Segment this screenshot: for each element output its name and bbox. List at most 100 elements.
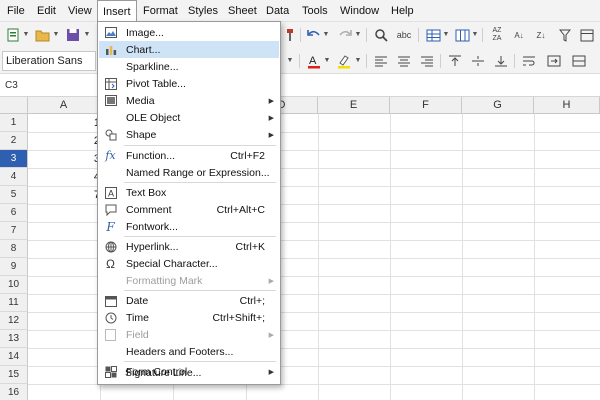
chevron-down-icon[interactable]: ▼ xyxy=(442,26,450,44)
chevron-down-icon[interactable]: ▼ xyxy=(354,52,362,70)
column-header-h[interactable]: H xyxy=(534,97,600,114)
align-bottom-icon[interactable] xyxy=(492,52,510,70)
undo-icon[interactable] xyxy=(305,26,323,44)
menu-item-text-box[interactable]: A Text Box xyxy=(99,184,279,201)
menu-view[interactable]: View xyxy=(63,0,97,22)
font-name-field[interactable]: Liberation Sans xyxy=(2,51,96,71)
open-folder-icon[interactable] xyxy=(33,26,51,44)
new-document-icon[interactable] xyxy=(4,26,22,44)
menu-item-label: Shape xyxy=(126,128,157,141)
menu-item-ole-object[interactable]: OLE Object ▶ xyxy=(99,109,279,126)
row-header[interactable]: 13 xyxy=(0,330,28,348)
menu-item-special-character[interactable]: Ω Special Character... xyxy=(99,255,279,272)
menu-item-named-range[interactable]: Named Range or Expression... xyxy=(99,164,279,181)
menu-item-time[interactable]: Time Ctrl+Shift+; xyxy=(99,309,279,326)
menu-item-formatting-mark: Formatting Mark ▶ xyxy=(99,272,279,289)
menu-item-signature-line-row[interactable]: Signature Line... xyxy=(98,364,278,381)
rows-icon[interactable] xyxy=(424,26,442,44)
menu-item-function[interactable]: fx Function... Ctrl+F2 xyxy=(99,147,279,164)
name-box[interactable]: C3 xyxy=(2,77,96,95)
row-header[interactable]: 5 xyxy=(0,186,28,204)
wrap-text-icon[interactable] xyxy=(520,52,538,70)
save-icon[interactable] xyxy=(64,26,82,44)
spelling-icon[interactable]: abc xyxy=(394,26,414,44)
row-header-selected[interactable]: 3 xyxy=(0,150,28,168)
chevron-down-icon[interactable]: ▼ xyxy=(83,26,91,44)
standard-toolbar: ▼ ▼ ▼ ▼ ▼ abc ▼ ▼ AZ ZA A↓ Z↓ xyxy=(0,22,600,48)
menu-styles[interactable]: Styles xyxy=(183,0,223,22)
merge-icon[interactable] xyxy=(545,52,563,70)
sort-descending-icon[interactable]: Z↓ xyxy=(532,26,550,44)
font-color-icon[interactable]: A xyxy=(305,52,323,70)
menu-tools[interactable]: Tools xyxy=(297,0,333,22)
row-header[interactable]: 2 xyxy=(0,132,28,150)
menu-sheet[interactable]: Sheet xyxy=(223,0,262,22)
menu-item-headers-footers[interactable]: Headers and Footers... xyxy=(99,343,279,360)
align-center-icon[interactable] xyxy=(395,52,413,70)
menu-item-date[interactable]: Date Ctrl+; xyxy=(99,292,279,309)
row-header[interactable]: 15 xyxy=(0,366,28,384)
chevron-down-icon[interactable]: ▼ xyxy=(286,52,294,70)
chevron-down-icon[interactable]: ▼ xyxy=(323,52,331,70)
chevron-down-icon[interactable]: ▼ xyxy=(471,26,479,44)
redo-icon[interactable] xyxy=(336,26,354,44)
time-icon xyxy=(104,311,117,324)
menu-item-pivot-table[interactable]: Pivot Table... xyxy=(99,75,279,92)
svg-text:A: A xyxy=(309,55,317,67)
autofilter-icon[interactable] xyxy=(578,26,596,44)
row-header[interactable]: 8 xyxy=(0,240,28,258)
row-header[interactable]: 16 xyxy=(0,384,28,400)
menu-item-image[interactable]: Image... xyxy=(99,24,279,41)
align-top-icon[interactable] xyxy=(446,52,464,70)
sort-icon[interactable]: AZ ZA xyxy=(488,26,506,44)
submenu-arrow-icon: ▶ xyxy=(268,114,274,122)
row-header[interactable]: 14 xyxy=(0,348,28,366)
chevron-down-icon[interactable]: ▼ xyxy=(354,26,362,44)
column-header-a[interactable]: A xyxy=(28,97,100,114)
menu-edit[interactable]: Edit xyxy=(32,0,61,22)
row-header[interactable]: 6 xyxy=(0,204,28,222)
menu-item-shape[interactable]: Shape ▶ xyxy=(99,126,279,143)
menu-item-hyperlink[interactable]: Hyperlink... Ctrl+K xyxy=(99,238,279,255)
column-header-e[interactable]: E xyxy=(318,97,390,114)
row-header[interactable]: 7 xyxy=(0,222,28,240)
align-middle-icon[interactable] xyxy=(469,52,487,70)
row-header[interactable]: 1 xyxy=(0,114,28,132)
spreadsheet-grid[interactable]: A D E F G H 1 2 3 4 5 6 7 8 9 10 11 12 1… xyxy=(0,97,600,400)
menu-insert[interactable]: Insert xyxy=(97,0,137,23)
special-character-icon: Ω xyxy=(106,256,115,271)
row-header[interactable]: 11 xyxy=(0,294,28,312)
menu-file[interactable]: File xyxy=(2,0,30,22)
chevron-down-icon[interactable]: ▼ xyxy=(52,26,60,44)
row-header[interactable]: 9 xyxy=(0,258,28,276)
clone-formatting-icon[interactable] xyxy=(281,26,299,44)
shape-icon xyxy=(104,128,117,141)
merge-icon[interactable] xyxy=(570,52,588,70)
chevron-down-icon[interactable]: ▼ xyxy=(22,26,30,44)
align-right-icon[interactable] xyxy=(418,52,436,70)
row-header[interactable]: 10 xyxy=(0,276,28,294)
menu-window[interactable]: Window xyxy=(335,0,384,22)
menu-help[interactable]: Help xyxy=(386,0,419,22)
menu-item-media[interactable]: Media ▶ xyxy=(99,92,279,109)
menu-format[interactable]: Format xyxy=(138,0,183,22)
chevron-down-icon[interactable]: ▼ xyxy=(322,26,330,44)
menu-data[interactable]: Data xyxy=(261,0,294,22)
row-header[interactable]: 12 xyxy=(0,312,28,330)
image-icon xyxy=(104,26,117,39)
row-header[interactable]: 4 xyxy=(0,168,28,186)
columns-icon[interactable] xyxy=(453,26,471,44)
column-header-g[interactable]: G xyxy=(462,97,534,114)
highlight-icon[interactable] xyxy=(335,52,353,70)
align-left-icon[interactable] xyxy=(372,52,390,70)
menu-item-label: Pivot Table... xyxy=(126,77,186,90)
menu-item-comment[interactable]: Comment Ctrl+Alt+C xyxy=(99,201,279,218)
find-replace-icon[interactable] xyxy=(372,26,390,44)
menu-item-sparkline[interactable]: Sparkline... xyxy=(99,58,279,75)
select-all-corner[interactable] xyxy=(0,97,28,114)
autofilter-icon[interactable] xyxy=(556,26,574,44)
sort-ascending-icon[interactable]: A↓ xyxy=(510,26,528,44)
menu-item-chart[interactable]: Chart... xyxy=(99,41,279,58)
menu-item-fontwork[interactable]: F Fontwork... xyxy=(99,218,279,235)
column-header-f[interactable]: F xyxy=(390,97,462,114)
